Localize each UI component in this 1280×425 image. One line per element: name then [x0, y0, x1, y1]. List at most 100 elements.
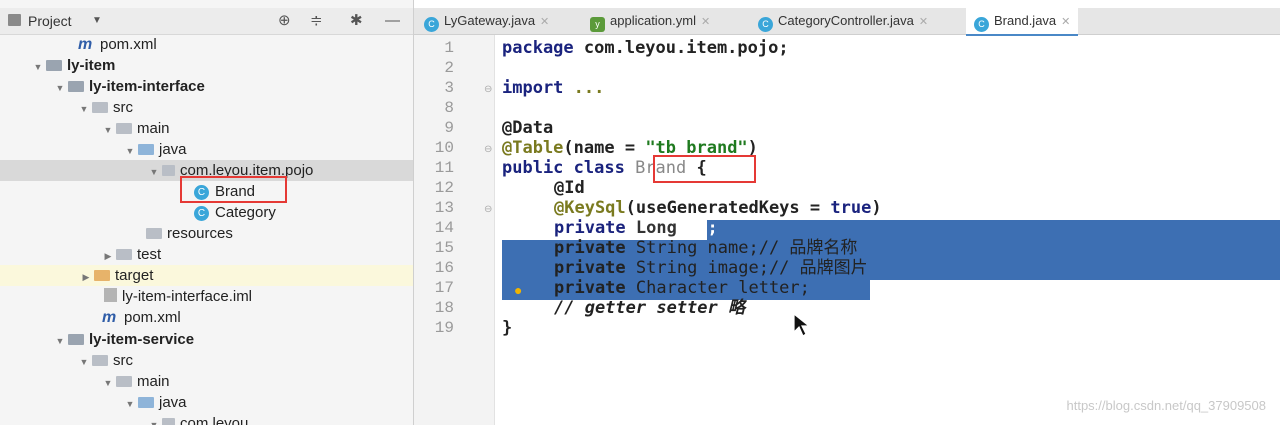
- expand-arrow-icon[interactable]: ▼: [146, 415, 162, 425]
- tree-item[interactable]: ▼ main: [0, 118, 413, 139]
- line-number: 15: [434, 239, 454, 257]
- expand-arrow-icon[interactable]: ▼: [30, 57, 46, 78]
- tree-item-label: ly-item-interface.iml: [122, 288, 253, 305]
- line-number: 13: [434, 199, 454, 217]
- folder-icon: [116, 249, 132, 260]
- close-icon[interactable]: ✕: [540, 16, 549, 28]
- code-token: private: [554, 258, 626, 278]
- expand-arrow-icon[interactable]: ▼: [146, 162, 162, 183]
- line-number: 3: [444, 79, 454, 97]
- highlight-box-brand-file: [180, 176, 287, 203]
- text-selection: [707, 220, 1280, 240]
- tab-category-controller[interactable]: C CategoryController.java ✕: [758, 8, 928, 34]
- line-number: 11: [434, 159, 454, 177]
- tree-item[interactable]: ▼ com.leyou: [0, 413, 413, 425]
- project-view-icon[interactable]: [8, 14, 21, 26]
- tree-item[interactable]: ▼ ly-item: [0, 55, 413, 76]
- mouse-cursor-icon: [793, 312, 811, 337]
- locate-icon[interactable]: ⊕: [278, 8, 291, 34]
- chevron-down-icon[interactable]: ▼: [92, 8, 102, 34]
- expand-arrow-icon[interactable]: ▼: [76, 99, 92, 120]
- expand-arrow-icon[interactable]: ▼: [100, 120, 116, 141]
- tree-item-label: pom.xml: [100, 36, 157, 53]
- close-icon[interactable]: ✕: [919, 16, 928, 28]
- tree-item[interactable]: ly-item-interface.iml: [0, 286, 413, 307]
- line-number: 12: [434, 179, 454, 197]
- tree-item[interactable]: ▼ main: [0, 371, 413, 392]
- tree-item[interactable]: ▼ ly-item-service: [0, 329, 413, 350]
- tree-item-label: resources: [167, 225, 233, 242]
- close-icon[interactable]: ✕: [701, 16, 710, 28]
- code-token: private: [554, 238, 626, 258]
- tree-item-label: java: [159, 141, 187, 158]
- line-number: 17: [434, 279, 454, 297]
- tree-item[interactable]: m pom.xml: [0, 307, 413, 328]
- code-line: private Character letter;: [554, 278, 810, 298]
- code-token: String name;// 品牌名称: [625, 238, 858, 258]
- tab-label: LyGateway.java: [444, 13, 536, 28]
- expand-arrow-icon[interactable]: ▶: [78, 267, 94, 288]
- line-number: 8: [444, 99, 454, 117]
- tree-item[interactable]: resources: [0, 223, 413, 244]
- tree-item[interactable]: m pom.xml: [0, 34, 413, 55]
- class-icon: C: [974, 17, 989, 32]
- tree-item[interactable]: ▼ java: [0, 139, 413, 160]
- tree-item-label: Category: [215, 204, 276, 221]
- tab-lygateway[interactable]: C LyGateway.java ✕: [424, 8, 549, 34]
- tree-item-label: target: [115, 267, 154, 284]
- code-line: private String image;// 品牌图片: [554, 258, 868, 278]
- tree-item[interactable]: ▼ java: [0, 392, 413, 413]
- tree-item[interactable]: C Category: [0, 202, 413, 223]
- minimize-icon[interactable]: —: [385, 8, 400, 34]
- tree-item-label: main: [137, 373, 170, 390]
- tree-item[interactable]: ▼ ly-item-interface: [0, 76, 413, 97]
- yaml-file-icon: y: [590, 17, 605, 32]
- tab-application-yml[interactable]: y application.yml ✕: [590, 8, 710, 34]
- tree-item-label: pom.xml: [124, 309, 181, 326]
- fold-marker-icon[interactable]: ⊖: [484, 204, 492, 215]
- fold-marker-icon[interactable]: ⊖: [484, 144, 492, 155]
- line-number: 10: [434, 139, 454, 157]
- expand-arrow-icon[interactable]: ▼: [52, 331, 68, 352]
- source-folder-icon: [138, 397, 154, 408]
- project-view-title[interactable]: Project: [28, 8, 72, 34]
- fold-marker-icon[interactable]: ⊖: [484, 84, 492, 95]
- code-line: }: [502, 318, 513, 338]
- tree-item[interactable]: ▼ src: [0, 97, 413, 118]
- collapse-all-icon[interactable]: ≑: [310, 8, 323, 34]
- project-panel-header: Project ▼ ⊕ ≑ ✱ —: [0, 8, 413, 35]
- code-token: package: [502, 38, 574, 58]
- code-token: Character letter;: [625, 278, 810, 298]
- expand-arrow-icon[interactable]: ▼: [76, 352, 92, 373]
- folder-icon: [116, 376, 132, 387]
- code-token: @Table: [502, 138, 564, 158]
- tab-label: application.yml: [610, 13, 696, 28]
- highlight-box-brand-class: [653, 155, 756, 183]
- expand-arrow-icon[interactable]: ▼: [122, 394, 138, 415]
- code-token: public class: [502, 158, 625, 178]
- tree-item[interactable]: ▶ target: [0, 265, 413, 286]
- code-token: true: [830, 198, 872, 218]
- package-icon: [162, 418, 175, 425]
- tree-item-label: ly-item: [67, 57, 116, 74]
- source-folder-icon: [138, 144, 154, 155]
- expand-arrow-icon[interactable]: ▼: [100, 373, 116, 394]
- class-icon: C: [194, 206, 209, 221]
- code-token: Long: [625, 218, 677, 238]
- code-line: private Long id;: [554, 218, 718, 238]
- tree-item[interactable]: ▶ test: [0, 244, 413, 265]
- expand-arrow-icon[interactable]: ▼: [52, 78, 68, 99]
- tree-item-label: ly-item-service: [89, 331, 195, 348]
- class-icon: C: [424, 17, 439, 32]
- expand-arrow-icon[interactable]: ▶: [100, 246, 116, 267]
- code-token: import: [502, 78, 564, 98]
- folder-icon: [146, 228, 162, 239]
- intention-bulb-icon[interactable]: ●: [514, 280, 522, 300]
- tab-brand-java[interactable]: C Brand.java ✕: [966, 8, 1079, 36]
- tree-item[interactable]: ▼ src: [0, 350, 413, 371]
- expand-arrow-icon[interactable]: ▼: [122, 141, 138, 162]
- gear-icon[interactable]: ✱: [350, 8, 363, 34]
- close-icon[interactable]: ✕: [1061, 16, 1070, 28]
- code-line: // getter setter 略: [554, 298, 745, 318]
- code-token: com.leyou.item.pojo;: [573, 38, 789, 58]
